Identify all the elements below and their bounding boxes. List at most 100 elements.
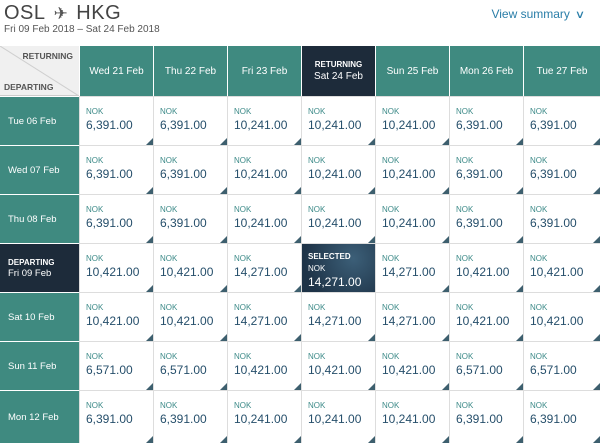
depart-date-row-3[interactable]: DEPARTING Fri 09 Feb bbox=[0, 243, 79, 292]
fare-cell[interactable]: NOK 6,391.00 bbox=[153, 194, 227, 243]
fare-cell[interactable]: NOK 10,421.00 bbox=[153, 292, 227, 341]
fare-currency: NOK bbox=[234, 401, 252, 410]
fare-cell[interactable]: NOK 6,571.00 bbox=[449, 341, 523, 390]
fare-cell[interactable]: NOK 6,571.00 bbox=[153, 341, 227, 390]
fare-cell[interactable]: NOK 14,271.00 bbox=[375, 292, 449, 341]
fare-cell[interactable]: NOK 10,421.00 bbox=[523, 243, 600, 292]
fare-cell[interactable]: NOK 10,421.00 bbox=[449, 292, 523, 341]
fare-cell[interactable]: NOK 6,571.00 bbox=[523, 341, 600, 390]
fare-cell[interactable]: NOK 6,391.00 bbox=[449, 390, 523, 443]
fare-cell[interactable]: NOK 10,241.00 bbox=[301, 145, 375, 194]
fare-cell[interactable]: NOK 10,421.00 bbox=[79, 292, 153, 341]
fare-cell[interactable]: NOK 10,421.00 bbox=[79, 243, 153, 292]
fare-cell[interactable]: NOK 6,391.00 bbox=[449, 96, 523, 145]
fare-cell[interactable]: NOK 10,241.00 bbox=[375, 96, 449, 145]
fare-cell[interactable]: NOK 14,271.00 bbox=[301, 292, 375, 341]
fare-price: 10,241.00 bbox=[308, 412, 362, 426]
fare-price: 6,391.00 bbox=[86, 412, 133, 426]
fare-cell[interactable]: NOK 6,391.00 bbox=[79, 390, 153, 443]
fare-currency: NOK bbox=[382, 205, 400, 214]
fare-cell[interactable]: NOK 6,391.00 bbox=[79, 145, 153, 194]
view-summary-link[interactable]: View summary ∨ bbox=[491, 7, 586, 21]
fare-corner-marker-icon bbox=[442, 334, 449, 341]
fare-price: 10,241.00 bbox=[382, 216, 436, 230]
fare-price: 10,241.00 bbox=[308, 216, 362, 230]
fare-cell[interactable]: NOK 6,391.00 bbox=[449, 145, 523, 194]
return-date-column-1[interactable]: Thu 22 Feb bbox=[153, 46, 227, 96]
fare-cell[interactable]: NOK 10,421.00 bbox=[227, 341, 301, 390]
fare-corner-marker-icon bbox=[593, 236, 600, 243]
fare-cell[interactable]: NOK 6,571.00 bbox=[79, 341, 153, 390]
fare-price: 6,391.00 bbox=[456, 167, 503, 181]
return-date-column-4[interactable]: Sun 25 Feb bbox=[375, 46, 449, 96]
fare-cell[interactable]: NOK 6,391.00 bbox=[523, 390, 600, 443]
fare-cell[interactable]: NOK 14,271.00 bbox=[227, 243, 301, 292]
fare-corner-marker-icon bbox=[294, 187, 301, 194]
fare-cell[interactable]: NOK 6,391.00 bbox=[523, 145, 600, 194]
return-date-column-2[interactable]: Fri 23 Feb bbox=[227, 46, 301, 96]
fare-cell[interactable]: NOK 10,421.00 bbox=[301, 341, 375, 390]
fare-cell[interactable]: NOK 10,421.00 bbox=[375, 341, 449, 390]
return-date-column-3[interactable]: RETURNING Sat 24 Feb bbox=[301, 46, 375, 96]
fare-cell[interactable]: NOK 10,241.00 bbox=[375, 145, 449, 194]
fare-currency: NOK bbox=[530, 254, 548, 263]
depart-date-row-2[interactable]: Thu 08 Feb bbox=[0, 194, 79, 243]
fare-price: 10,421.00 bbox=[456, 265, 510, 279]
fare-cell[interactable]: NOK 6,391.00 bbox=[153, 145, 227, 194]
fare-cell[interactable]: NOK 6,391.00 bbox=[523, 194, 600, 243]
fare-corner-marker-icon bbox=[516, 236, 523, 243]
fare-cell[interactable]: NOK 14,271.00 bbox=[375, 243, 449, 292]
fare-cell[interactable]: NOK 6,391.00 bbox=[449, 194, 523, 243]
return-date-label: Tue 27 Feb bbox=[536, 65, 588, 77]
depart-date-row-4[interactable]: Sat 10 Feb bbox=[0, 292, 79, 341]
fare-cell[interactable]: NOK 10,421.00 bbox=[523, 292, 600, 341]
fare-currency: NOK bbox=[234, 107, 252, 116]
fare-currency: NOK bbox=[160, 156, 178, 165]
fare-cell[interactable]: NOK 10,241.00 bbox=[227, 390, 301, 443]
fare-currency: NOK bbox=[308, 156, 326, 165]
fare-cell[interactable]: NOK 10,241.00 bbox=[375, 390, 449, 443]
fare-currency: NOK bbox=[382, 156, 400, 165]
return-date-column-0[interactable]: Wed 21 Feb bbox=[79, 46, 153, 96]
fare-currency: NOK bbox=[86, 107, 104, 116]
fare-cell[interactable]: NOK 10,241.00 bbox=[227, 145, 301, 194]
departing-axis-label: DEPARTING bbox=[4, 82, 54, 92]
fare-price: 10,241.00 bbox=[382, 167, 436, 181]
fare-cell[interactable]: NOK 14,271.00 bbox=[227, 292, 301, 341]
depart-date-row-5[interactable]: Sun 11 Feb bbox=[0, 341, 79, 390]
fare-cell[interactable]: NOK 6,391.00 bbox=[153, 390, 227, 443]
fare-price: 14,271.00 bbox=[234, 265, 288, 279]
depart-date-label: Fri 09 Feb bbox=[8, 267, 52, 279]
fare-cell[interactable]: NOK 10,421.00 bbox=[449, 243, 523, 292]
fare-cell[interactable]: NOK 6,391.00 bbox=[523, 96, 600, 145]
depart-date-row-1[interactable]: Wed 07 Feb bbox=[0, 145, 79, 194]
fare-cell[interactable]: NOK 10,241.00 bbox=[301, 96, 375, 145]
return-date-column-6[interactable]: Tue 27 Feb bbox=[523, 46, 600, 96]
fare-currency: NOK bbox=[160, 303, 178, 312]
fare-cell[interactable]: NOK 10,241.00 bbox=[375, 194, 449, 243]
returning-tag: RETURNING bbox=[314, 60, 363, 69]
fare-corner-marker-icon bbox=[368, 236, 375, 243]
return-date-column-5[interactable]: Mon 26 Feb bbox=[449, 46, 523, 96]
chevron-down-icon: ∨ bbox=[574, 8, 586, 21]
fare-cell[interactable]: NOK 6,391.00 bbox=[153, 96, 227, 145]
fare-corner-marker-icon bbox=[516, 138, 523, 145]
fare-cell[interactable]: NOK 10,241.00 bbox=[227, 194, 301, 243]
fare-cell[interactable]: NOK 6,391.00 bbox=[79, 194, 153, 243]
fare-cell[interactable]: NOK 10,421.00 bbox=[153, 243, 227, 292]
fare-cell[interactable]: NOK 6,391.00 bbox=[79, 96, 153, 145]
depart-date-label: Mon 12 Feb bbox=[8, 411, 59, 423]
fare-price: 6,391.00 bbox=[160, 118, 207, 132]
fare-cell[interactable]: NOK 10,241.00 bbox=[301, 194, 375, 243]
fare-currency: NOK bbox=[86, 303, 104, 312]
fare-corner-marker-icon bbox=[368, 436, 375, 443]
fare-price: 14,271.00 bbox=[382, 265, 436, 279]
fare-currency: NOK bbox=[530, 303, 548, 312]
fare-cell[interactable]: NOK 10,241.00 bbox=[301, 390, 375, 443]
fare-currency: NOK bbox=[530, 107, 548, 116]
depart-date-row-6[interactable]: Mon 12 Feb bbox=[0, 390, 79, 443]
fare-price: 10,241.00 bbox=[308, 167, 362, 181]
fare-cell[interactable]: NOK 10,241.00 bbox=[227, 96, 301, 145]
depart-date-row-0[interactable]: Tue 06 Feb bbox=[0, 96, 79, 145]
selected-fare-cell[interactable]: SELECTED NOK 14,271.00 bbox=[301, 243, 375, 292]
